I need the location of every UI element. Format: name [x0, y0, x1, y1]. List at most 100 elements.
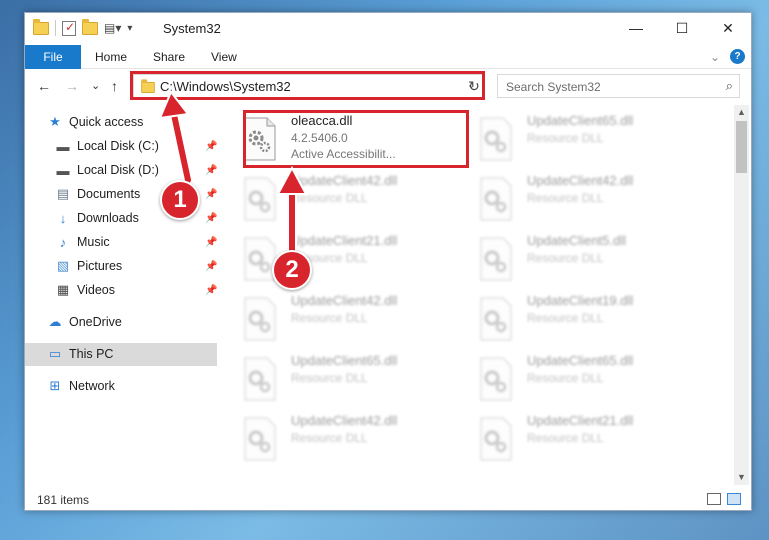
file-item[interactable]: UpdateClient42.dll Resource DLL: [235, 171, 465, 227]
toolbar-separator: [55, 20, 56, 36]
maximize-button[interactable]: ☐: [659, 13, 705, 43]
new-folder-icon[interactable]: [82, 18, 98, 35]
videos-icon: ▦: [56, 282, 70, 297]
file-type: Resource DLL: [527, 131, 604, 145]
tab-share[interactable]: Share: [153, 45, 185, 69]
sidebar-item-label: Quick access: [69, 115, 144, 129]
file-item[interactable]: UpdateClient19.dll Resource DLL: [471, 291, 701, 347]
ribbon-tabs: File Home Share View ⌄ ?: [25, 45, 751, 69]
file-item[interactable]: UpdateClient42.dll Resource DLL: [471, 171, 701, 227]
scroll-thumb[interactable]: [736, 121, 747, 173]
address-row: ← → ⌄ ↑ C:\Windows\System32 ⌄ ↻ Search S…: [25, 70, 751, 102]
pin-icon[interactable]: 📌: [205, 261, 217, 272]
close-button[interactable]: ✕: [705, 13, 751, 43]
download-icon: ↓: [59, 210, 67, 226]
file-item[interactable]: UpdateClient21.dll Resource DLL: [471, 411, 701, 467]
file-item[interactable]: UpdateClient65.dll Resource DLL: [235, 351, 465, 407]
tab-home[interactable]: Home: [95, 45, 127, 69]
search-box[interactable]: Search System32 ⌕: [497, 74, 740, 98]
sidebar-item-label: Downloads: [77, 211, 139, 225]
dll-file-icon: [480, 297, 512, 341]
sidebar-item-label: Pictures: [77, 259, 123, 273]
back-icon[interactable]: ←: [37, 78, 51, 94]
status-bar: 181 items: [25, 489, 751, 511]
sidebar-item-local-disk-c[interactable]: ▬ Local Disk (C:): [55, 135, 159, 157]
file-type: Resource DLL: [527, 311, 604, 325]
sidebar-item-label: Local Disk (C:): [77, 139, 159, 153]
customize-toolbar-icon[interactable]: ▤▾: [104, 21, 121, 35]
sidebar-item-videos[interactable]: ▦ Videos: [55, 279, 115, 301]
pin-icon[interactable]: 📌: [205, 213, 217, 224]
ribbon-collapse-icon[interactable]: ⌄: [710, 50, 720, 64]
sidebar-item-label: OneDrive: [69, 315, 122, 329]
large-icons-view-icon[interactable]: [727, 493, 741, 505]
file-name: UpdateClient42.dll: [527, 173, 634, 188]
pin-icon[interactable]: 📌: [205, 189, 217, 200]
details-view-icon[interactable]: [707, 493, 721, 505]
sidebar-item-documents[interactable]: ▤ Documents: [55, 183, 140, 205]
properties-icon[interactable]: [62, 20, 76, 36]
minimize-button[interactable]: —: [613, 13, 659, 43]
explorer-window: ▤▾ ▾ System32 — ☐ ✕ File Home Share View…: [24, 12, 752, 511]
pin-icon[interactable]: 📌: [205, 285, 217, 296]
forward-icon[interactable]: →: [65, 78, 79, 94]
tab-file[interactable]: File: [25, 45, 81, 69]
sidebar-item-quick-access[interactable]: ★ Quick access: [47, 111, 143, 133]
navigation-pane: ★ Quick access ▬ Local Disk (C:) 📌 ▬ Loc…: [25, 111, 219, 471]
sidebar-item-downloads[interactable]: ↓ Downloads: [55, 207, 139, 229]
pin-icon[interactable]: 📌: [205, 165, 217, 176]
file-type: Resource DLL: [291, 371, 368, 385]
up-icon[interactable]: ↑: [111, 78, 118, 94]
file-name: UpdateClient19.dll: [527, 293, 634, 308]
music-icon: ♪: [59, 234, 67, 250]
file-name: UpdateClient42.dll: [291, 413, 398, 428]
help-icon[interactable]: ?: [730, 49, 745, 64]
file-name: UpdateClient65.dll: [527, 353, 634, 368]
sidebar-item-this-pc[interactable]: ▭ This PC: [47, 343, 114, 365]
scroll-down-icon[interactable]: ▼: [734, 470, 749, 485]
dll-file-icon: [480, 177, 512, 221]
network-icon: ⊞: [49, 378, 61, 393]
sidebar-item-music[interactable]: ♪ Music: [55, 231, 110, 253]
step-1-badge: 1: [160, 180, 200, 220]
dll-file-icon: [480, 357, 512, 401]
folder-icon[interactable]: [33, 18, 49, 35]
title-bar: ▤▾ ▾ System32 — ☐ ✕: [25, 13, 751, 45]
dll-file-icon: [244, 417, 276, 461]
sidebar-item-pictures[interactable]: ▧ Pictures: [55, 255, 122, 277]
pin-icon[interactable]: 📌: [205, 141, 217, 152]
recent-locations-icon[interactable]: ⌄: [91, 79, 100, 92]
computer-icon: ▭: [48, 346, 62, 361]
dll-file-icon: [480, 117, 512, 161]
tab-view[interactable]: View: [211, 45, 237, 69]
file-name: UpdateClient5.dll: [527, 233, 627, 248]
sidebar-item-label: Local Disk (D:): [77, 163, 159, 177]
dll-file-icon: [480, 417, 512, 461]
sidebar-item-onedrive[interactable]: ☁ OneDrive: [47, 311, 122, 333]
file-item[interactable]: UpdateClient65.dll Resource DLL: [471, 351, 701, 407]
file-item[interactable]: UpdateClient21.dll Resource DLL: [235, 231, 465, 287]
file-item[interactable]: UpdateClient42.dll Resource DLL: [235, 291, 465, 347]
vertical-scrollbar[interactable]: ▲ ▼: [734, 105, 749, 485]
file-type: Resource DLL: [527, 431, 604, 445]
step-2-badge: 2: [272, 250, 312, 290]
star-icon: ★: [49, 114, 61, 129]
file-name: UpdateClient65.dll: [527, 113, 634, 128]
search-icon[interactable]: ⌕: [726, 78, 733, 94]
file-type: Resource DLL: [291, 311, 368, 325]
item-count: 181 items: [37, 493, 90, 507]
quick-access-toolbar: ▤▾ ▾: [33, 18, 132, 36]
file-name: UpdateClient21.dll: [527, 413, 634, 428]
sidebar-item-local-disk-d[interactable]: ▬ Local Disk (D:): [55, 159, 159, 181]
pin-icon[interactable]: 📌: [205, 237, 217, 248]
file-item[interactable]: UpdateClient65.dll Resource DLL: [471, 111, 701, 167]
scroll-up-icon[interactable]: ▲: [734, 105, 749, 120]
file-item[interactable]: UpdateClient42.dll Resource DLL: [235, 411, 465, 467]
toolbar-dropdown-icon[interactable]: ▾: [127, 23, 132, 34]
file-name: UpdateClient42.dll: [291, 293, 398, 308]
file-name: UpdateClient65.dll: [291, 353, 398, 368]
window-title: System32: [163, 21, 221, 36]
file-item[interactable]: UpdateClient5.dll Resource DLL: [471, 231, 701, 287]
sidebar-item-network[interactable]: ⊞ Network: [47, 375, 115, 397]
sidebar-item-label: Videos: [77, 283, 115, 297]
